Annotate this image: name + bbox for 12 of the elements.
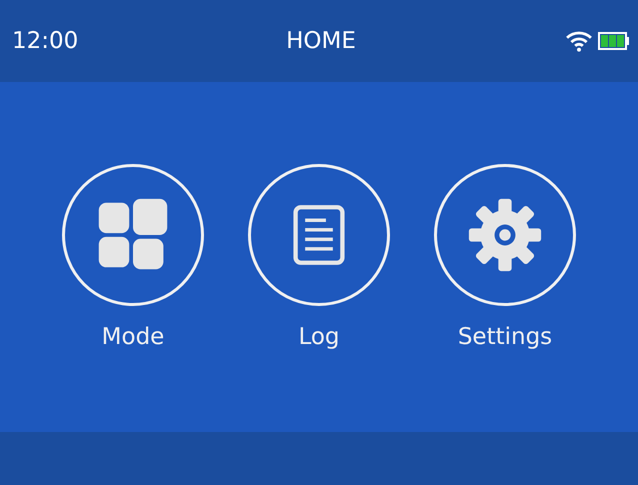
battery-icon <box>598 32 630 50</box>
menu-label: Settings <box>458 324 552 350</box>
screen-title: HOME <box>286 28 356 54</box>
menu-button[interactable] <box>434 164 576 306</box>
menu-button[interactable] <box>248 164 390 306</box>
wifi-icon <box>566 30 592 52</box>
settings-icon <box>467 197 543 273</box>
menu-button[interactable] <box>62 164 204 306</box>
menu-label: Mode <box>102 324 164 350</box>
clock-time: 12:00 <box>12 28 78 54</box>
menu-label: Log <box>298 324 340 350</box>
document-icon <box>293 204 345 266</box>
